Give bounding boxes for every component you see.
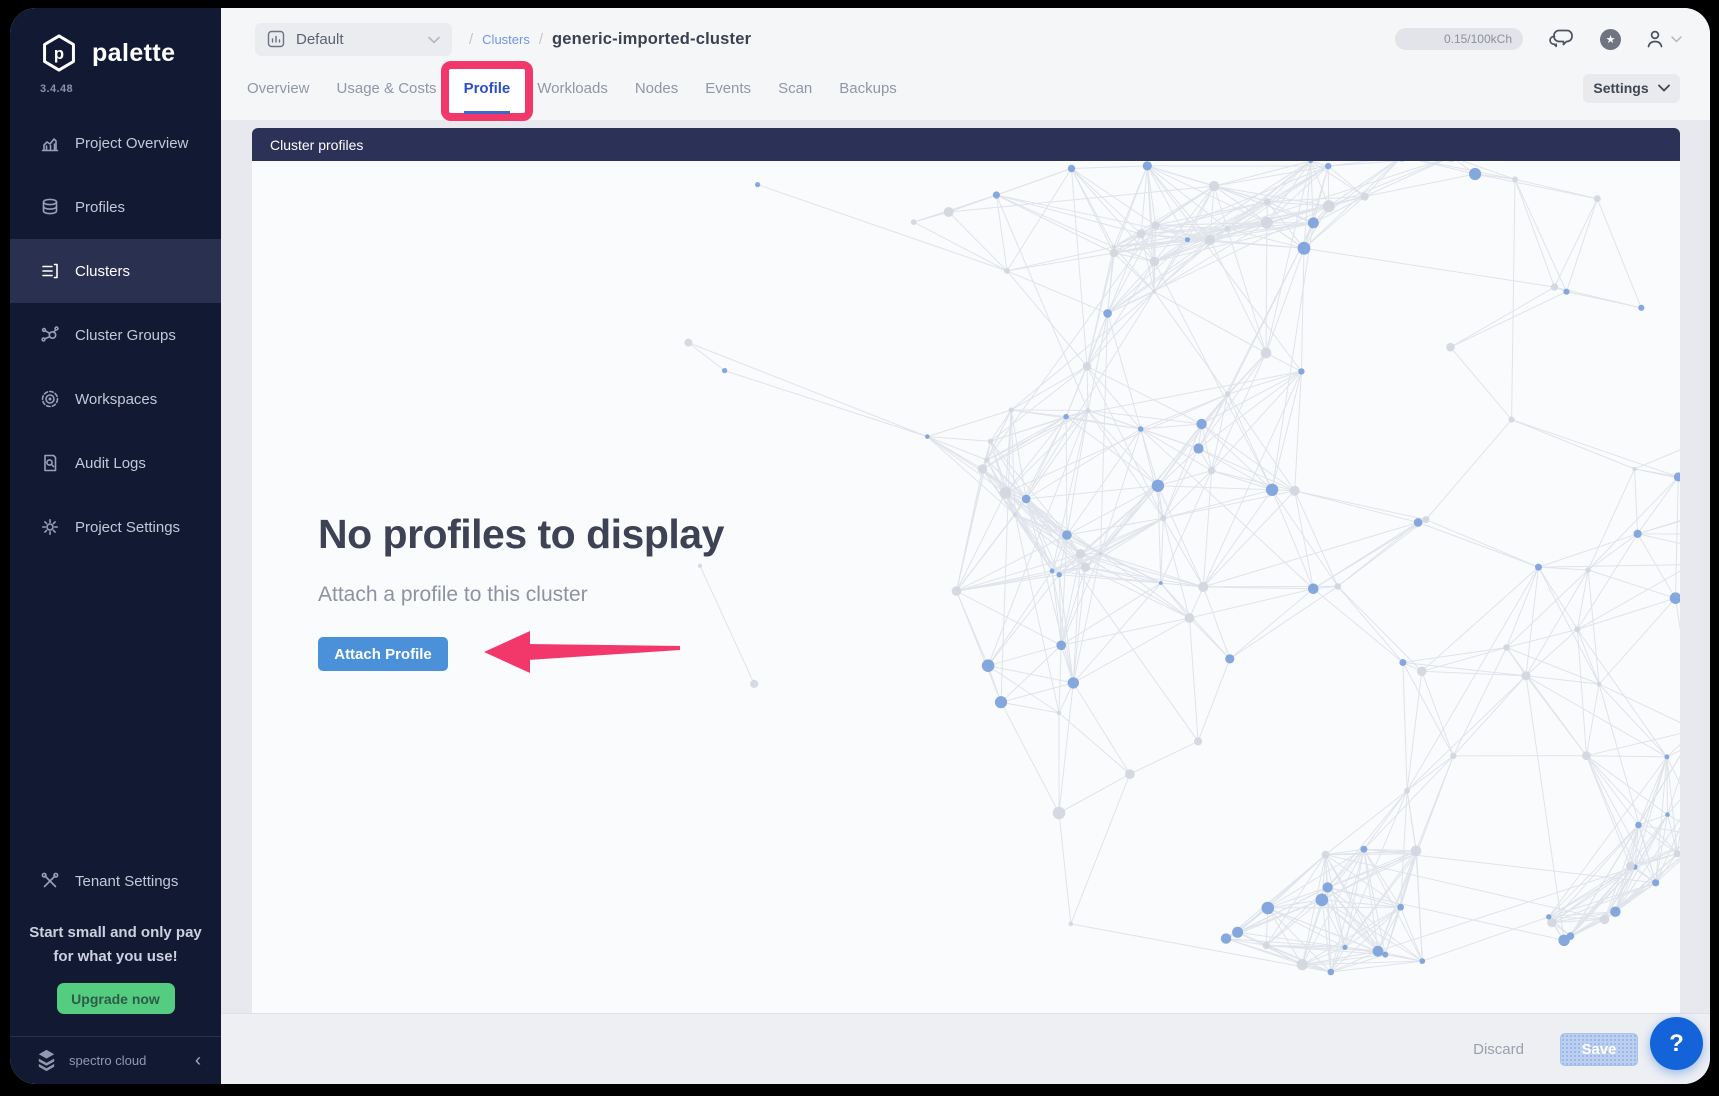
collapse-sidebar-icon[interactable]: ‹ [195,1050,201,1071]
brand-logo-row: p palette [10,8,221,74]
panel-body: No profiles to display Attach a profile … [252,161,1680,1013]
attach-profile-button[interactable]: Attach Profile [318,637,448,671]
sidebar-nav: Project Overview Profiles Clusters [10,111,221,559]
bar-chart-icon [40,133,60,153]
gear-icon [40,517,60,537]
upgrade-promo-text: Start small and only pay for what you us… [10,921,221,969]
breadcrumb: / Clusters / generic-imported-cluster [469,30,751,49]
cluster-list-icon [40,261,60,281]
tab-backups[interactable]: Backups [839,80,897,97]
app-window: p palette 3.4.48 Project Overview Profil… [10,8,1710,1084]
topbar-row-primary: Default / Clusters / generic-imported-cl… [221,8,1710,56]
app-version: 3.4.48 [10,83,221,95]
empty-state-title: No profiles to display [318,511,724,558]
annotation-arrow-icon [482,629,682,675]
layers-icon [40,197,60,217]
user-icon [1645,29,1665,49]
tab-scan[interactable]: Scan [778,80,812,97]
footer-bar: Discard Save [221,1013,1710,1084]
chat-icon[interactable] [1549,27,1576,51]
spectro-cloud-label: spectro cloud [69,1053,146,1068]
project-selector-value: Default [296,31,344,48]
sidebar-item-profiles[interactable]: Profiles [10,175,221,239]
chevron-down-icon [1671,36,1682,43]
breadcrumb-clusters-link[interactable]: Clusters [482,32,530,47]
sidebar-item-project-overview[interactable]: Project Overview [10,111,221,175]
orbit-rings-icon [40,389,60,409]
tab-nodes[interactable]: Nodes [635,80,678,97]
save-button[interactable]: Save [1560,1033,1638,1066]
sidebar-item-workspaces[interactable]: Workspaces [10,367,221,431]
project-icon [267,30,285,48]
whats-new-star-icon[interactable]: ★ [1600,29,1621,50]
user-menu[interactable] [1645,29,1682,49]
topbar-icons: ★ [1549,27,1682,51]
chevron-down-icon [1658,84,1670,92]
active-tab-underline [464,111,510,114]
empty-state-subtitle: Attach a profile to this cluster [318,583,724,607]
tab-overview[interactable]: Overview [247,80,310,97]
sidebar-footer: spectro cloud ‹ [10,1037,221,1084]
upgrade-now-button[interactable]: Upgrade now [57,983,175,1014]
audit-doc-icon [40,453,60,473]
project-selector[interactable]: Default [255,23,452,56]
brand-name: palette [92,39,175,68]
breadcrumb-current-cluster: generic-imported-cluster [552,30,751,49]
chevron-down-icon [428,31,440,48]
panel-header: Cluster profiles [252,128,1680,161]
sidebar-item-tenant-settings[interactable]: Tenant Settings [10,871,221,891]
cluster-tabs: Overview Usage & Costs Profile Workloads… [221,68,1710,108]
sidebar-bottom: Tenant Settings Start small and only pay… [10,871,221,1084]
sidebar-item-clusters[interactable]: Clusters [10,239,221,303]
sidebar: p palette 3.4.48 Project Overview Profil… [10,8,221,1084]
usage-quota-badge: 0.15/100kCh [1395,28,1523,50]
sidebar-item-audit-logs[interactable]: Audit Logs [10,431,221,495]
palette-logo-icon: p [38,32,80,74]
tab-workloads[interactable]: Workloads [537,80,608,97]
help-button[interactable]: ? [1650,1017,1703,1070]
node-graph-icon [40,325,60,345]
content-area: Cluster profiles No profiles to display … [221,120,1710,1013]
tab-profile[interactable]: Profile [464,80,511,97]
topbar: Default / Clusters / generic-imported-cl… [221,8,1710,120]
tab-events[interactable]: Events [705,80,751,97]
svg-text:p: p [54,44,64,63]
tools-icon [40,871,60,891]
main-area: Default / Clusters / generic-imported-cl… [221,8,1710,1084]
spectro-cloud-logo-icon [34,1048,59,1073]
tab-usage-costs[interactable]: Usage & Costs [337,80,437,97]
sidebar-item-project-settings[interactable]: Project Settings [10,495,221,559]
settings-button[interactable]: Settings [1583,74,1680,103]
cluster-profiles-panel: Cluster profiles No profiles to display … [252,128,1680,1013]
discard-button[interactable]: Discard [1473,1041,1524,1058]
sidebar-item-cluster-groups[interactable]: Cluster Groups [10,303,221,367]
